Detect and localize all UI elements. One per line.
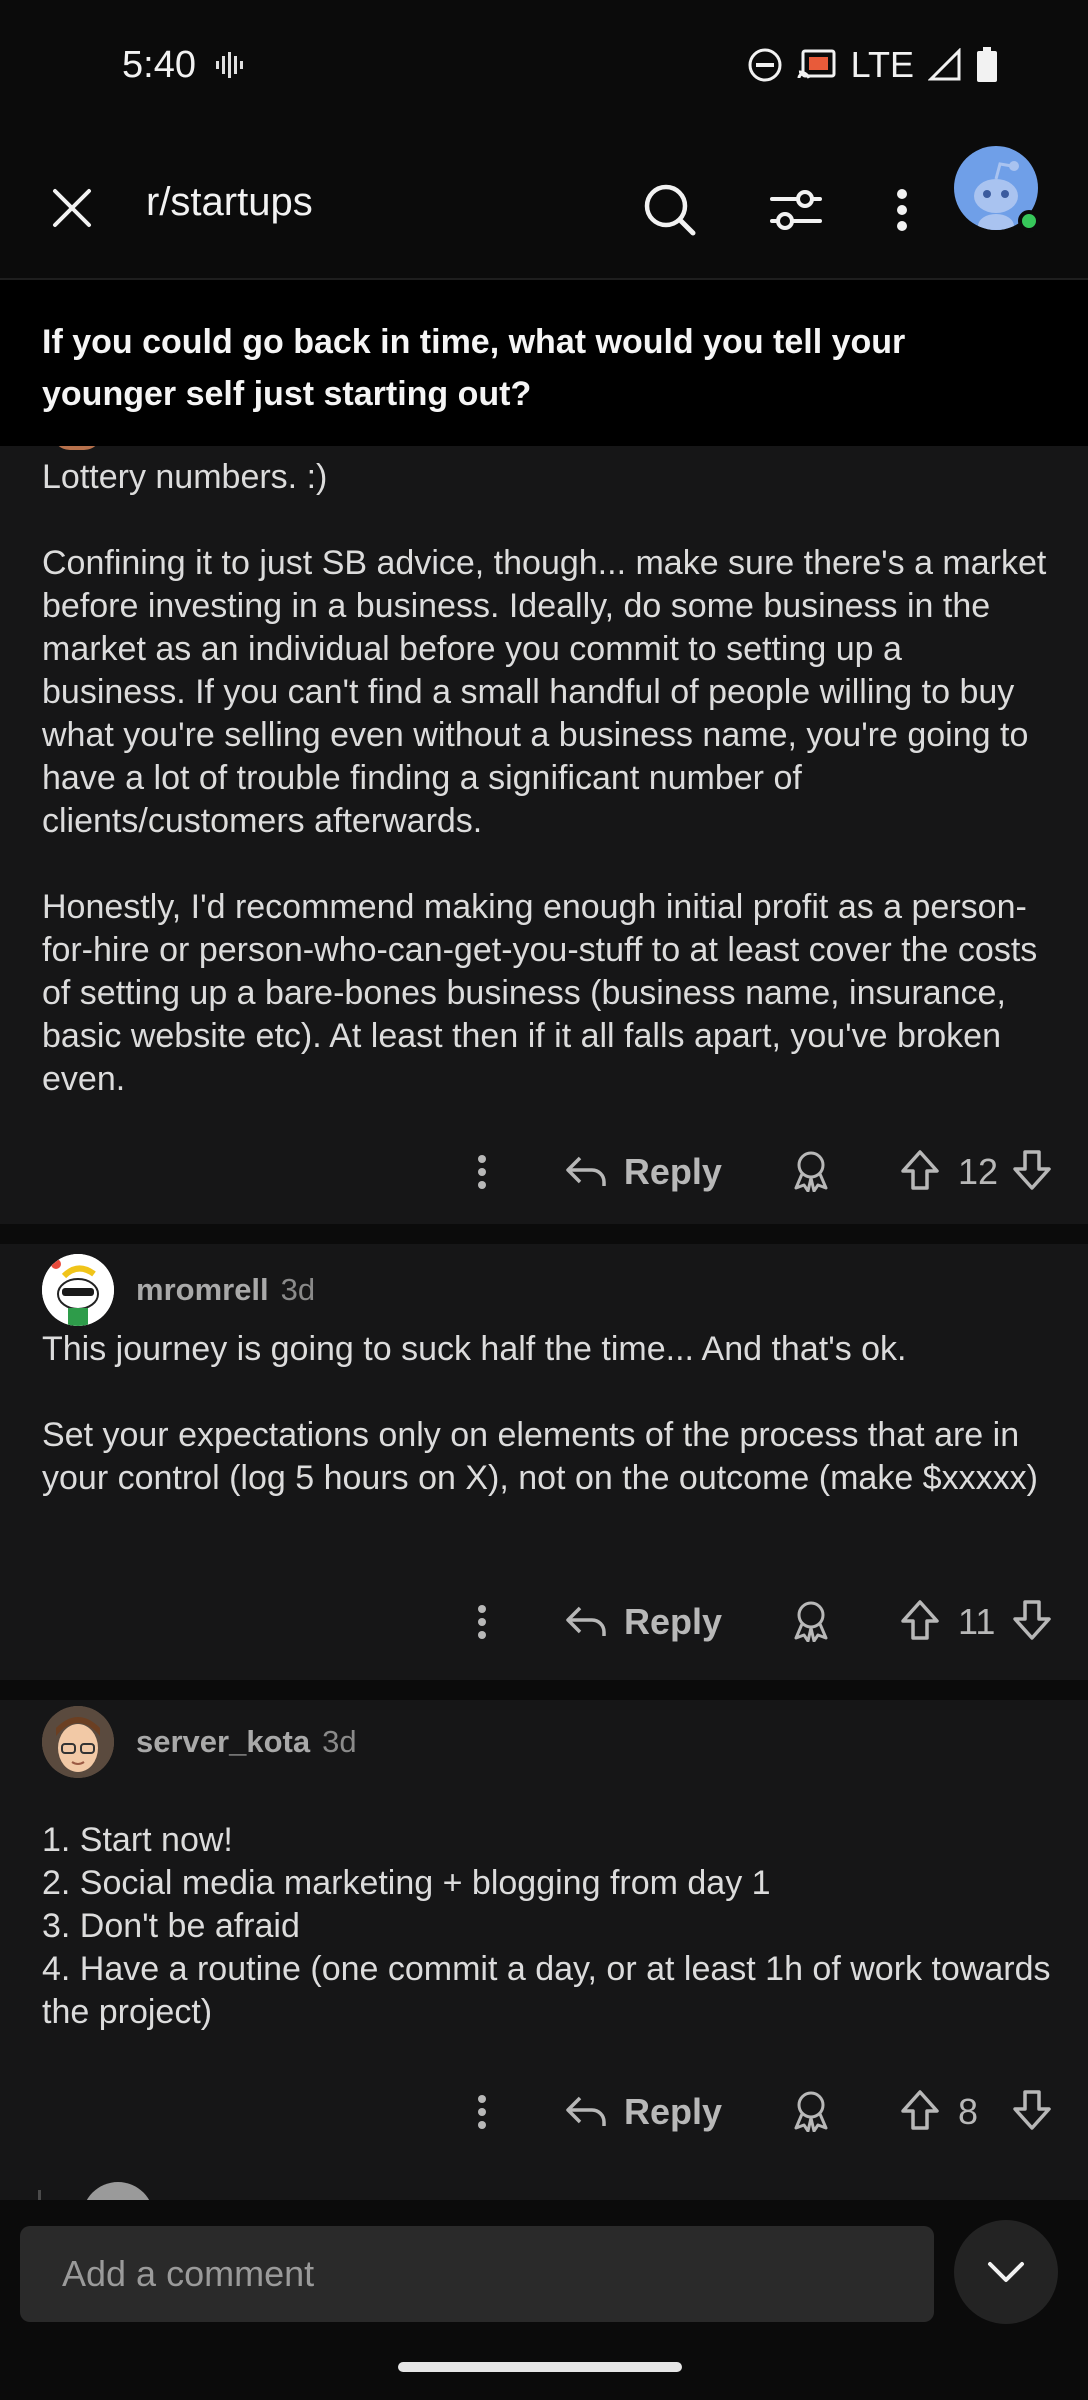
post-title-header[interactable]: If you could go back in time, what would… — [0, 278, 1088, 446]
collapse-comments-button[interactable] — [954, 2220, 1058, 2324]
avatar[interactable] — [42, 1254, 114, 1326]
comment-age: 3d — [280, 1272, 316, 1307]
comment-meta: server_kota 3d — [42, 1706, 357, 1778]
downvote-button[interactable] — [1012, 1599, 1052, 1646]
search-button[interactable] — [634, 174, 706, 246]
online-status-dot — [1018, 210, 1040, 232]
comment-paragraph: 1. Start now! 2. Social media marketing … — [42, 1821, 1051, 2031]
award-icon — [794, 2091, 828, 2132]
comment-card: mromrell 3d This journey is going to suc… — [0, 1244, 1088, 1680]
award-button[interactable] — [790, 1148, 832, 1197]
close-button[interactable] — [40, 176, 104, 240]
comment-composer-bar — [0, 2200, 1088, 2400]
home-indicator[interactable] — [398, 2362, 682, 2372]
reply-arrow-icon — [566, 1606, 606, 1636]
downvote-button[interactable] — [1012, 1149, 1052, 1196]
signal-icon — [928, 48, 961, 81]
status-bar: 5:40 LTE — [0, 0, 1088, 130]
reply-label: Reply — [623, 1601, 722, 1642]
more-vertical-icon — [477, 1605, 486, 1639]
more-options-button[interactable] — [452, 2094, 512, 2130]
username[interactable]: server_kota — [136, 1724, 310, 1760]
snoo-sunglasses-avatar-icon — [42, 1254, 114, 1326]
comment-body: Lottery numbers. :) Confining it to just… — [42, 456, 1052, 1101]
comment-card: server_kota 3d 1. Start now! 2. Social m… — [0, 1700, 1088, 2216]
comment-actions: Reply 11 — [452, 1592, 1052, 1652]
reply-button[interactable]: Reply — [564, 1601, 722, 1643]
comment-body: 1. Start now! 2. Social media marketing … — [42, 1776, 1052, 2077]
upvote-button[interactable] — [900, 1149, 940, 1196]
upvote-arrow-icon — [901, 1599, 939, 1640]
reply-arrow-icon — [566, 1156, 606, 1186]
chevron-down-icon — [988, 2262, 1024, 2282]
more-vertical-icon — [477, 1155, 486, 1189]
comment-actions: Reply 12 — [452, 1142, 1052, 1202]
dnd-icon — [748, 48, 782, 82]
subreddit-name[interactable]: r/startups — [146, 180, 313, 225]
award-button[interactable] — [790, 2088, 832, 2137]
comment-paragraph: Set your expectations only on elements o… — [42, 1416, 1038, 1497]
vote-score: 12 — [957, 1151, 998, 1192]
upvote-button[interactable] — [900, 2089, 940, 2136]
award-icon — [794, 1151, 828, 1192]
comment-card: Lottery numbers. :) Confining it to just… — [0, 446, 1088, 1224]
username[interactable]: mromrell — [136, 1272, 269, 1308]
avatar[interactable] — [42, 1706, 114, 1778]
filter-button[interactable] — [760, 174, 832, 246]
more-options-button[interactable] — [452, 1154, 512, 1190]
reply-button[interactable]: Reply — [564, 1151, 722, 1193]
more-options-button[interactable] — [452, 1604, 512, 1640]
memoji-avatar-icon — [42, 1706, 114, 1778]
sort-filter-icon — [770, 190, 822, 230]
network-type: LTE — [850, 44, 914, 85]
comment-age: 3d — [322, 1724, 357, 1759]
comment-separator — [0, 1224, 1088, 1244]
comment-paragraph: Confining it to just SB advice, though..… — [42, 544, 1047, 840]
downvote-arrow-icon — [1013, 1149, 1051, 1190]
vibrate-icon — [216, 52, 243, 78]
reply-label: Reply — [623, 1151, 722, 1192]
cast-icon — [797, 49, 836, 79]
downvote-arrow-icon — [1013, 1599, 1051, 1640]
reply-arrow-icon — [566, 2096, 606, 2126]
comment-paragraph: Lottery numbers. :) — [42, 458, 328, 496]
close-icon — [53, 189, 91, 227]
downvote-button[interactable] — [1012, 2089, 1052, 2136]
battery-icon — [977, 47, 997, 82]
vote-score: 11 — [958, 1601, 996, 1642]
comment-separator — [0, 1680, 1088, 1700]
overflow-menu-button[interactable] — [866, 174, 938, 246]
search-icon — [644, 184, 696, 236]
app-bar: r/startups — [0, 130, 1088, 278]
downvote-arrow-icon — [1013, 2089, 1051, 2130]
avatar — [52, 446, 102, 450]
more-vertical-icon — [477, 2095, 486, 2129]
upvote-button[interactable] — [900, 1599, 940, 1646]
add-comment-input[interactable] — [20, 2226, 934, 2322]
award-button[interactable] — [790, 1598, 832, 1647]
comment-feed[interactable]: Lottery numbers. :) Confining it to just… — [0, 446, 1088, 2216]
comment-paragraph: This journey is going to suck half the t… — [42, 1330, 907, 1368]
upvote-arrow-icon — [901, 1149, 939, 1190]
more-vertical-icon — [897, 189, 907, 231]
comment-meta: mromrell 3d — [42, 1254, 315, 1326]
comment-body: This journey is going to suck half the t… — [42, 1328, 1052, 1500]
award-icon — [794, 1601, 828, 1642]
reply-label: Reply — [623, 2091, 722, 2132]
comment-paragraph: Honestly, I'd recommend making enough in… — [42, 888, 1038, 1098]
vote-score: 8 — [958, 2091, 979, 2132]
status-time: 5:40 — [122, 44, 196, 86]
reply-button[interactable]: Reply — [564, 2091, 722, 2133]
upvote-arrow-icon — [901, 2089, 939, 2130]
comment-actions: Reply 8 — [452, 2082, 1052, 2142]
post-title: If you could go back in time, what would… — [42, 323, 906, 413]
